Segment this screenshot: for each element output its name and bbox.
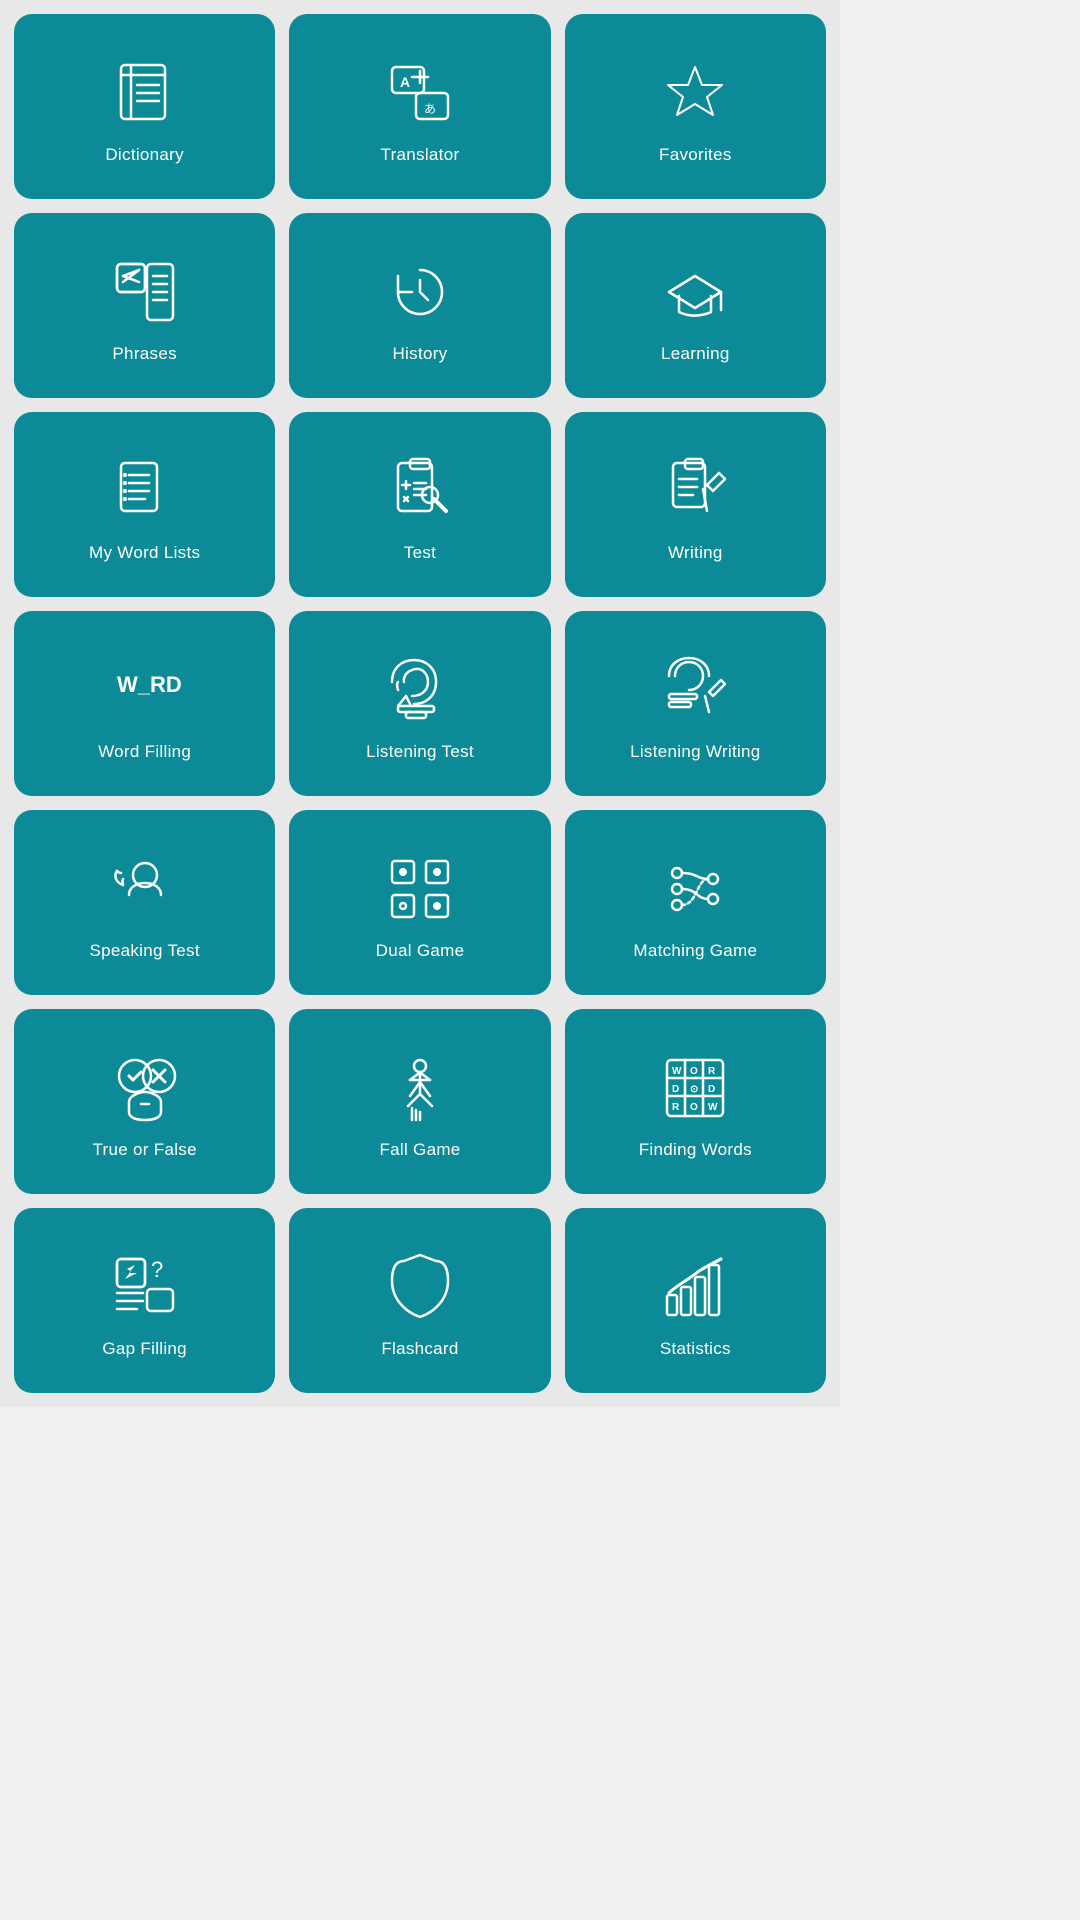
fall-game-icon: [380, 1048, 460, 1128]
tile-favorites[interactable]: Favorites: [565, 14, 826, 199]
gap-filling-label: Gap Filling: [102, 1339, 187, 1359]
dictionary-label: Dictionary: [105, 145, 184, 165]
tile-flashcard[interactable]: Aa Flashcard: [289, 1208, 550, 1393]
test-icon: [380, 451, 460, 531]
true-or-false-icon: [105, 1048, 185, 1128]
fall-game-label: Fall Game: [379, 1140, 460, 1160]
tile-dictionary[interactable]: Dictionary: [14, 14, 275, 199]
favorites-icon: [655, 53, 735, 133]
svg-text:W_RD: W_RD: [117, 672, 181, 697]
statistics-label: Statistics: [660, 1339, 731, 1359]
main-grid: Dictionary Aあ Translator Favorites Phrases Hi…: [0, 0, 840, 1407]
svg-text:Aa: Aa: [410, 1280, 431, 1297]
history-icon: [380, 252, 460, 332]
finding-words-icon: WORD⊙DROW: [655, 1048, 735, 1128]
word-filling-label: Word Filling: [98, 742, 191, 762]
tile-word-filling[interactable]: W_RD Word Filling: [14, 611, 275, 796]
listening-writing-icon: [655, 650, 735, 730]
svg-text:?: ?: [151, 1257, 163, 1282]
svg-text:A: A: [400, 74, 410, 90]
listening-writing-label: Listening Writing: [630, 742, 760, 762]
speaking-test-label: Speaking Test: [89, 941, 199, 961]
dual-game-icon: [380, 849, 460, 929]
favorites-label: Favorites: [659, 145, 732, 165]
my-word-lists-icon: [105, 451, 185, 531]
listening-test-label: Listening Test: [366, 742, 474, 762]
tile-translator[interactable]: Aあ Translator: [289, 14, 550, 199]
translator-icon: Aあ: [380, 53, 460, 133]
flashcard-label: Flashcard: [381, 1339, 458, 1359]
svg-text:W: W: [708, 1102, 718, 1113]
tile-dual-game[interactable]: Dual Game: [289, 810, 550, 995]
tile-phrases[interactable]: Phrases: [14, 213, 275, 398]
translator-label: Translator: [381, 145, 460, 165]
tile-matching-game[interactable]: Matching Game: [565, 810, 826, 995]
phrases-icon: [105, 252, 185, 332]
history-label: History: [392, 344, 447, 364]
matching-game-icon: [655, 849, 735, 929]
tile-history[interactable]: History: [289, 213, 550, 398]
svg-text:O: O: [690, 1102, 698, 1113]
tile-fall-game[interactable]: Fall Game: [289, 1009, 550, 1194]
tile-listening-test[interactable]: Listening Test: [289, 611, 550, 796]
flashcard-icon: Aa: [380, 1247, 460, 1327]
tile-learning[interactable]: Learning: [565, 213, 826, 398]
test-label: Test: [404, 543, 436, 563]
svg-text:あ: あ: [424, 102, 436, 116]
listening-test-icon: [380, 650, 460, 730]
tile-speaking-test[interactable]: Speaking Test: [14, 810, 275, 995]
svg-text:R: R: [672, 1102, 680, 1113]
svg-text:⊙: ⊙: [690, 1084, 698, 1095]
tile-writing[interactable]: Writing: [565, 412, 826, 597]
svg-text:O: O: [690, 1066, 698, 1077]
matching-game-label: Matching Game: [633, 941, 757, 961]
writing-label: Writing: [668, 543, 723, 563]
svg-text:D: D: [672, 1084, 679, 1095]
tile-true-or-false[interactable]: True or False: [14, 1009, 275, 1194]
phrases-label: Phrases: [112, 344, 176, 364]
statistics-icon: [655, 1247, 735, 1327]
finding-words-label: Finding Words: [639, 1140, 752, 1160]
writing-icon: [655, 451, 735, 531]
true-or-false-label: True or False: [92, 1140, 196, 1160]
dictionary-icon: [105, 53, 185, 133]
speaking-test-icon: [105, 849, 185, 929]
dual-game-label: Dual Game: [376, 941, 465, 961]
svg-text:D: D: [708, 1084, 715, 1095]
gap-filling-icon: ?: [105, 1247, 185, 1327]
tile-test[interactable]: Test: [289, 412, 550, 597]
svg-text:W: W: [672, 1066, 682, 1077]
learning-label: Learning: [661, 344, 730, 364]
tile-gap-filling[interactable]: ? Gap Filling: [14, 1208, 275, 1393]
tile-finding-words[interactable]: WORD⊙DROWFinding Words: [565, 1009, 826, 1194]
svg-text:R: R: [708, 1066, 716, 1077]
tile-listening-writing[interactable]: Listening Writing: [565, 611, 826, 796]
tile-statistics[interactable]: Statistics: [565, 1208, 826, 1393]
word-filling-icon: W_RD: [105, 650, 185, 730]
tile-my-word-lists[interactable]: My Word Lists: [14, 412, 275, 597]
my-word-lists-label: My Word Lists: [89, 543, 200, 563]
learning-icon: [655, 252, 735, 332]
